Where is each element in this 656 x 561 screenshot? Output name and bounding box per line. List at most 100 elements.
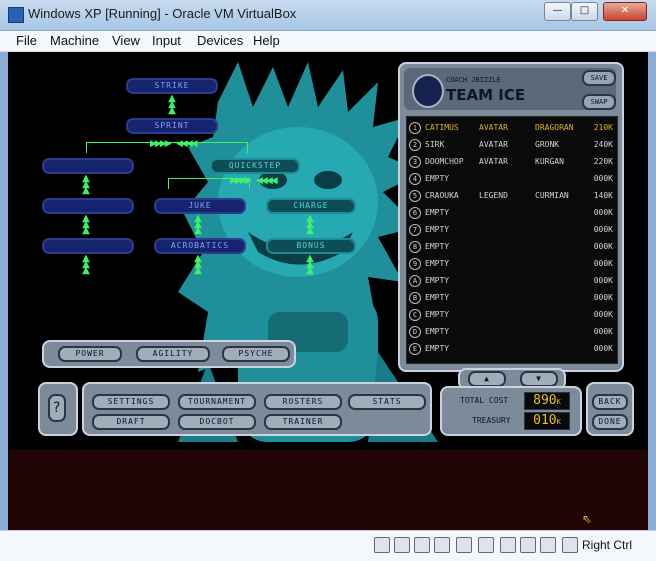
up-arrows-icon: ▲ ▲ ▲ [194,253,202,276]
menu-help[interactable]: Help [253,33,280,48]
stats-button[interactable]: STATS [348,394,426,410]
player-cost: 220K [593,157,613,166]
slot-number: 1 [409,122,421,134]
back-button[interactable]: BACK [592,394,628,410]
player-cost: 000K [593,208,613,217]
slot-number: 3 [409,156,421,168]
slot-number: 7 [409,224,421,236]
menu-view[interactable]: View [112,33,140,48]
roster-row[interactable]: A EMPTY 000K [407,272,617,289]
up-arrows-icon: ▲ ▲ ▲ [82,173,90,196]
slot-number: 8 [409,241,421,253]
virtualbox-icon [8,7,24,23]
save-button[interactable]: SAVE [582,70,616,86]
skill-node-left-lower[interactable] [42,238,134,254]
skill-node-strike[interactable]: STRIKE [126,78,218,94]
skill-node-charge[interactable]: CHARGE [266,198,356,214]
network-icon[interactable] [434,537,450,553]
minimize-button[interactable]: — [544,2,571,21]
roster-row[interactable]: 1 CATIMUS AVATAR DRAGORAN 210K [407,119,617,136]
player-name: EMPTY [425,225,450,234]
player-cost: 000K [593,293,613,302]
rosters-button[interactable]: ROSTERS [264,394,342,410]
skill-node-acrobatics[interactable]: ACROBATICS [154,238,246,254]
settings-button[interactable]: SETTINGS [92,394,170,410]
treasury-value: 010 [533,413,557,428]
player-name: CATIMUS [425,123,459,132]
player-species: GRONK [535,140,560,149]
slot-number: A [409,275,421,287]
roster-row[interactable]: 5 CRAOUKA LEGEND CURMIAN 140K [407,187,617,204]
psyche-tab[interactable]: PSYCHE [222,346,290,362]
team-name: TEAM ICE [446,86,526,104]
swap-button[interactable]: SWAP [582,94,616,110]
slot-number: D [409,326,421,338]
player-cost: 000K [593,259,613,268]
hard-disk-icon[interactable] [374,537,390,553]
roster-row[interactable]: 8 EMPTY 000K [407,238,617,255]
skill-node-juke[interactable]: JUKE [154,198,246,214]
treasury-unit: K [556,418,561,426]
player-name: EMPTY [425,174,450,183]
vm-display[interactable]: STRIKE ▲ ▲ ▲ SPRINT ▶▶▶▶ ◀◀◀◀ QUICKSTEP ▶▶… [8,52,648,530]
player-name: EMPTY [425,276,450,285]
keyboard-capture-icon[interactable] [562,537,578,553]
player-type: AVATAR [479,157,508,166]
maximize-button[interactable]: □ [571,2,598,21]
menu-input[interactable]: Input [152,33,181,48]
player-type: LEGEND [479,191,508,200]
roster-row[interactable]: 7 EMPTY 000K [407,221,617,238]
total-cost-display: 890K [524,392,570,410]
shared-folder-icon[interactable] [456,537,472,553]
player-cost: 000K [593,225,613,234]
scroll-down-button[interactable]: ▼ [520,371,558,387]
power-tab[interactable]: POWER [58,346,122,362]
usb-icon[interactable] [500,537,516,553]
roster-row[interactable]: 2 SIRK AVATAR GRONK 240K [407,136,617,153]
total-cost-value: 890 [533,393,557,408]
skill-node-left-upper[interactable] [42,158,134,174]
up-arrows-icon: ▲ ▲ ▲ [168,93,176,116]
roster-row[interactable]: C EMPTY 000K [407,306,617,323]
skill-node-bonus[interactable]: BONUS [266,238,356,254]
slot-number: B [409,292,421,304]
help-button[interactable]: ? [48,394,66,422]
menu-machine[interactable]: Machine [50,33,99,48]
roster-row[interactable]: E EMPTY 000K [407,340,617,357]
roster-row[interactable]: 3 DOOMCHOP AVATAR KURGAN 220K [407,153,617,170]
menu-file[interactable]: File [16,33,37,48]
capture-icon[interactable] [520,537,536,553]
trainer-button[interactable]: TRAINER [264,414,342,430]
draft-button[interactable]: DRAFT [92,414,170,430]
floppy-icon[interactable] [414,537,430,553]
optical-drive-icon[interactable] [394,537,410,553]
slot-number: 6 [409,207,421,219]
roster-row[interactable]: 6 EMPTY 000K [407,204,617,221]
roster-row[interactable]: D EMPTY 000K [407,323,617,340]
player-species: CURMIAN [535,191,569,200]
display-icon[interactable] [478,537,494,553]
skill-node-quickstep[interactable]: QUICKSTEP [210,158,300,174]
skill-node-left-middle[interactable] [42,198,134,214]
player-cost: 000K [593,327,613,336]
menu-devices[interactable]: Devices [197,33,243,48]
stat-tab-bar: POWER AGILITY PSYCHE [42,340,296,368]
total-cost-unit: K [556,398,561,406]
close-button[interactable]: ✕ [603,2,647,21]
roster-row[interactable]: 4 EMPTY 000K [407,170,617,187]
mouse-integration-icon[interactable] [540,537,556,553]
tournament-button[interactable]: TOURNAMENT [178,394,256,410]
player-cost: 000K [593,276,613,285]
roster-row[interactable]: 9 EMPTY 000K [407,255,617,272]
roster-row[interactable]: B EMPTY 000K [407,289,617,306]
player-type: AVATAR [479,140,508,149]
left-arrows-icon: ◀◀◀◀ [256,176,278,186]
docbot-button[interactable]: DOCBOT [178,414,256,430]
done-button[interactable]: DONE [592,414,628,430]
skill-node-sprint[interactable]: SPRINT [126,118,218,134]
player-species: DRAGORAN [535,123,574,132]
scroll-up-button[interactable]: ▲ [468,371,506,387]
agility-tab[interactable]: AGILITY [136,346,210,362]
slot-number: 5 [409,190,421,202]
player-name: CRAOUKA [425,191,459,200]
